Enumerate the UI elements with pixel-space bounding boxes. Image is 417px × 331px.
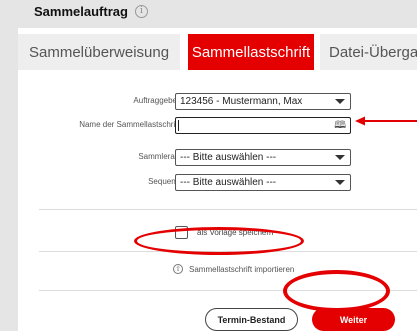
import-label: Sammellastschrift importieren xyxy=(189,264,295,274)
highlight-ellipse-import xyxy=(134,227,304,255)
chevron-down-icon xyxy=(335,180,345,185)
auftraggeber-value: 123456 - Mustermann, Max xyxy=(180,96,303,107)
text-cursor xyxy=(178,120,179,131)
auftraggeber-select[interactable]: 123456 - Mustermann, Max xyxy=(175,93,351,110)
highlight-ellipse-weiter xyxy=(283,270,390,312)
import-link[interactable]: ⇧ Sammellastschrift importieren xyxy=(173,261,294,277)
chevron-down-icon xyxy=(335,99,345,104)
highlight-arrow xyxy=(355,116,417,126)
auftraggeber-row: Auftraggeber*: 123456 - Mustermann, Max xyxy=(18,90,417,112)
sammelart-select[interactable]: --- Bitte auswählen --- xyxy=(175,149,351,166)
sammelart-row: Sammlerart*: --- Bitte auswählen --- xyxy=(18,146,417,168)
sammelart-value: --- Bitte auswählen --- xyxy=(180,152,277,163)
address-book-icon[interactable]: 🕮 xyxy=(334,119,346,133)
tab-datei-uebergabe[interactable]: Datei-Übergabe xyxy=(320,34,417,70)
tab-sammellastschrift[interactable]: Sammellastschrift xyxy=(188,34,314,70)
page-header: Sammelauftrag i xyxy=(34,0,148,22)
page-title: Sammelauftrag xyxy=(34,3,128,19)
tab-bar: Sammelüberweisung Sammellastschrift Date… xyxy=(18,34,417,70)
termin-bestand-button[interactable]: Termin-Bestand xyxy=(205,308,298,331)
divider xyxy=(39,209,417,210)
sequenz-row: Sequenz*: --- Bitte auswählen --- xyxy=(18,171,417,193)
info-icon[interactable]: i xyxy=(134,4,148,18)
chevron-down-icon xyxy=(335,155,345,160)
sequenz-value: --- Bitte auswählen --- xyxy=(180,177,277,188)
name-input[interactable]: 🕮 xyxy=(175,117,351,134)
tab-sammelueberweisung[interactable]: Sammelüberweisung xyxy=(18,34,180,70)
sequenz-select[interactable]: --- Bitte auswählen --- xyxy=(175,174,351,191)
upload-icon: ⇧ xyxy=(173,264,183,274)
name-label: Name der Sammellastschrift*: xyxy=(79,120,185,129)
